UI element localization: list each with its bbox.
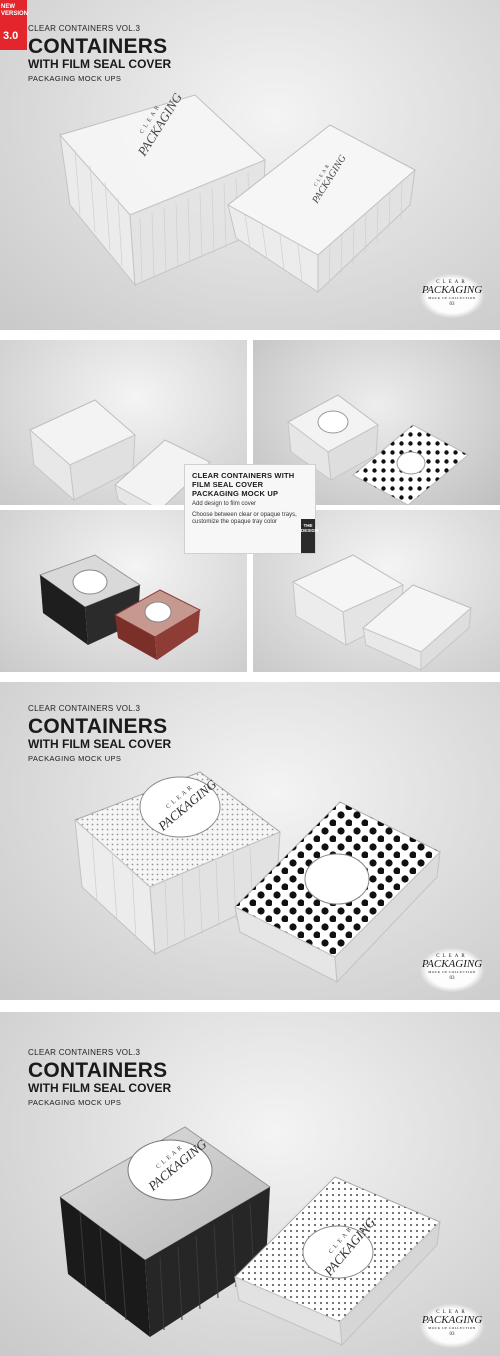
page-tagline: PACKAGING MOCK UPS xyxy=(28,74,122,83)
logo-word-collection: MOCK UP COLLECTION xyxy=(428,1326,476,1330)
page-title: CONTAINERS xyxy=(28,35,168,58)
series-label: CLEAR CONTAINERS VOL.3 xyxy=(28,704,141,713)
clear-packaging-logo: CLEAR PACKAGING MOCK UP COLLECTION 03 xyxy=(420,274,484,318)
logo-word-collection: MOCK UP COLLECTION xyxy=(428,970,476,974)
clear-packaging-logo: CLEAR PACKAGING MOCK UP COLLECTION 03 xyxy=(420,948,484,992)
logo-word-collection: MOCK UP COLLECTION xyxy=(428,296,476,300)
logo-number: 03 xyxy=(449,302,455,307)
logo-word-packaging: PACKAGING xyxy=(421,958,483,970)
info-box-title: CLEAR CONTAINERS WITH FILM SEAL COVER PA… xyxy=(192,471,295,498)
logo-word-packaging: PACKAGING xyxy=(421,284,483,296)
series-label: CLEAR CONTAINERS VOL.3 xyxy=(28,24,141,33)
brand-tab: THE DESIGN xyxy=(301,519,318,553)
logo-word-packaging: PACKAGING xyxy=(421,1314,483,1326)
page-subtitle: WITH FILM SEAL COVER xyxy=(28,57,172,71)
logo-number: 03 xyxy=(449,976,455,981)
info-box: CLEAR CONTAINERS WITH FILM SEAL COVER PA… xyxy=(184,464,316,554)
clear-packaging-logo: CLEAR PACKAGING MOCK UP COLLECTION 03 xyxy=(420,1304,484,1348)
section-tagline: PACKAGING MOCK UPS xyxy=(28,1098,122,1107)
info-box-line-2: Choose between clear or opaque trays, cu… xyxy=(192,511,297,526)
section-subtitle: WITH FILM SEAL COVER xyxy=(28,1081,172,1095)
section-title: CONTAINERS xyxy=(28,715,168,738)
info-box-line-1: Add design to film cover xyxy=(192,501,257,507)
hero-panel-1: CLEAR PACKAGING CLEAR PACKAGING NEW VERS… xyxy=(0,0,500,330)
badge-version-number: 3.0 xyxy=(3,30,19,42)
logo-number: 03 xyxy=(449,1332,455,1337)
hero-panel-3: CLEAR CONTAINERS VOL.3 CONTAINERS WITH F… xyxy=(0,682,500,1000)
section-subtitle: WITH FILM SEAL COVER xyxy=(28,737,172,751)
new-version-badge: NEW VERSION 3.0 xyxy=(0,0,29,50)
hero-panel-4: CLEAR CONTAINERS VOL.3 CONTAINERS WITH F… xyxy=(0,1012,500,1356)
badge-new-version-text: NEW VERSION xyxy=(1,4,29,17)
clear-tray-small xyxy=(227,124,416,294)
section-title: CONTAINERS xyxy=(28,1059,168,1082)
series-label: CLEAR CONTAINERS VOL.3 xyxy=(28,1048,141,1057)
section-tagline: PACKAGING MOCK UPS xyxy=(28,754,122,763)
